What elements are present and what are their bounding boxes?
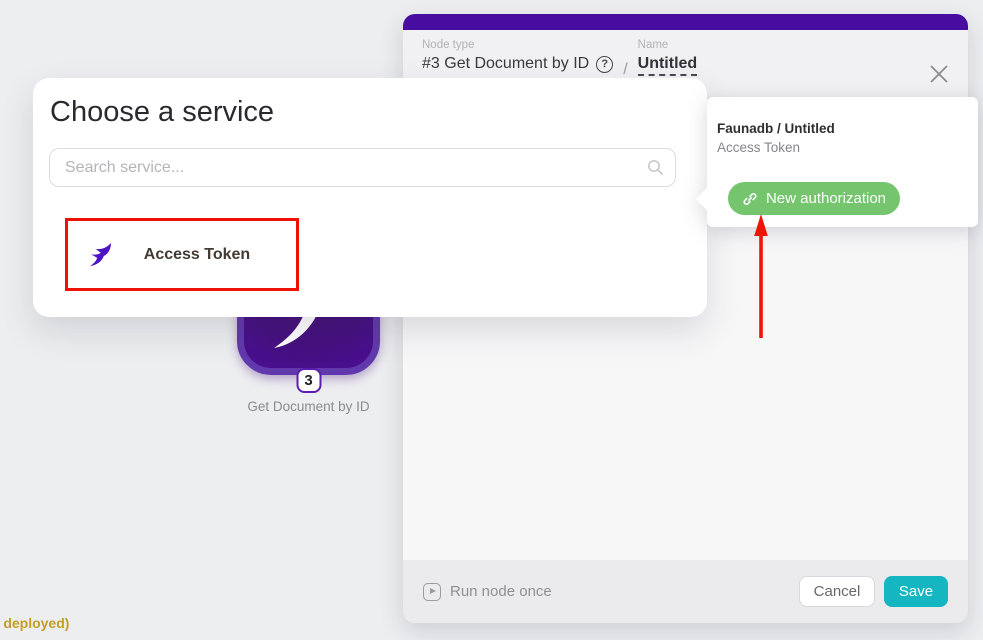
link-icon <box>742 191 758 207</box>
new-authorization-label: New authorization <box>766 190 886 207</box>
node-name-label: Name <box>638 39 698 51</box>
node-type-value: #3 Get Document by ID <box>422 55 589 73</box>
cancel-button[interactable]: Cancel <box>799 576 875 607</box>
node-type-column: Node type #3 Get Document by ID ? <box>422 39 613 73</box>
search-icon <box>647 159 664 176</box>
service-item-label: Access Token <box>112 246 296 264</box>
help-icon[interactable]: ? <box>596 56 613 73</box>
search-service-input[interactable] <box>49 148 676 187</box>
node-caption: Get Document by ID <box>247 399 369 414</box>
panel-accent-bar <box>403 14 968 30</box>
node-type-label: Node type <box>422 39 613 51</box>
choose-service-modal: Choose a service Access Token <box>33 78 707 317</box>
close-icon <box>926 61 952 87</box>
deploy-status-label: (not deployed) <box>0 615 69 631</box>
play-icon <box>423 583 441 601</box>
service-item-access-token[interactable]: Access Token <box>65 218 299 291</box>
authorization-service-subtitle: Access Token <box>717 140 800 155</box>
node-name-column: Name Untitled <box>638 39 698 76</box>
close-button[interactable] <box>926 61 952 87</box>
node-index-badge: 3 <box>296 368 321 393</box>
modal-title: Choose a service <box>50 96 691 129</box>
authorization-service-title: Faunadb / Untitled <box>717 121 835 136</box>
authorization-popover-box: Faunadb / Untitled Access Token New auth… <box>707 97 978 227</box>
run-node-once-button[interactable]: Run node once <box>423 583 552 601</box>
run-node-once-label: Run node once <box>450 583 552 600</box>
header-separator: / <box>623 39 627 79</box>
panel-footer: Run node once Cancel Save <box>403 560 968 623</box>
fauna-bird-icon <box>88 242 112 268</box>
save-button[interactable]: Save <box>884 576 948 607</box>
node-name-value[interactable]: Untitled <box>638 55 698 76</box>
authorization-popover: Faunadb / Untitled Access Token New auth… <box>707 97 978 227</box>
new-authorization-button[interactable]: New authorization <box>728 182 900 215</box>
